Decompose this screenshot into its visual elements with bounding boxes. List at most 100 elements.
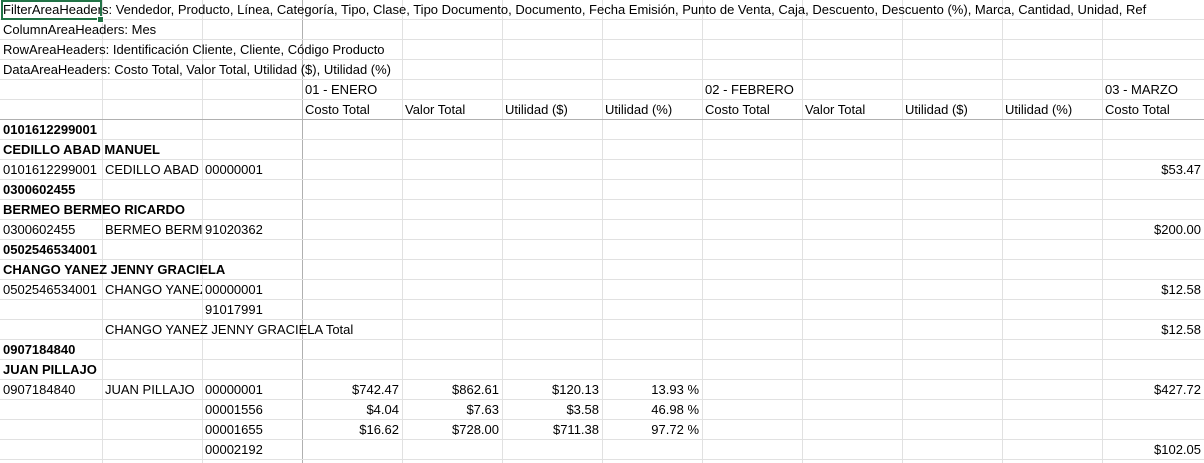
table-row: 91017991 (0, 300, 1204, 320)
client-name-cell[interactable] (102, 420, 202, 440)
measure-header[interactable]: Costo Total (702, 100, 802, 120)
value-cell[interactable]: 46.98 % (602, 400, 702, 420)
value-cell[interactable] (1102, 300, 1204, 320)
meta-header-text[interactable]: FilterAreaHeaders: Vendedor, Producto, L… (0, 0, 1146, 20)
table-row: 00001556 $4.04 $7.63 $3.58 46.98 % (0, 400, 1204, 420)
table-row: 0101612299001 (0, 120, 1204, 140)
value-cell[interactable]: $200.00 (1102, 220, 1204, 240)
value-cell[interactable] (602, 160, 702, 180)
value-cell[interactable]: 13.93 % (602, 380, 702, 400)
month-header[interactable]: 01 - ENERO (302, 80, 402, 100)
measure-header[interactable]: Utilidad (%) (1002, 100, 1102, 120)
product-code-cell[interactable]: 00002192 (202, 440, 302, 460)
client-id-cell[interactable] (0, 300, 102, 320)
measure-header[interactable]: Valor Total (802, 100, 902, 120)
value-cell[interactable] (1102, 400, 1204, 420)
value-cell[interactable]: $4.04 (302, 400, 402, 420)
value-cell[interactable] (602, 300, 702, 320)
value-cell[interactable] (402, 280, 502, 300)
client-id-cell[interactable]: 0907184840 (0, 380, 102, 400)
table-row: 00001655 $16.62 $728.00 $711.38 97.72 % (0, 420, 1204, 440)
measure-header[interactable]: Valor Total (402, 100, 502, 120)
value-cell[interactable] (402, 440, 502, 460)
value-cell[interactable] (302, 160, 402, 180)
measure-header[interactable]: Utilidad ($) (502, 100, 602, 120)
value-cell[interactable] (602, 280, 702, 300)
value-cell[interactable] (402, 220, 502, 240)
value-cell[interactable]: $12.58 (1102, 320, 1204, 340)
product-code-cell[interactable]: 91017991 (202, 300, 302, 320)
product-code-cell[interactable]: 00000001 (202, 280, 302, 300)
client-id-cell[interactable] (0, 400, 102, 420)
meta-header-text[interactable]: RowAreaHeaders: Identificación Cliente, … (0, 40, 1102, 60)
value-cell[interactable] (502, 440, 602, 460)
value-cell[interactable] (302, 280, 402, 300)
value-cell[interactable]: 97.72 % (602, 420, 702, 440)
client-name-cell[interactable]: JUAN PILLAJO (102, 380, 202, 400)
value-cell[interactable] (402, 160, 502, 180)
table-row: 0502546534001CHANGO YANEZ JENNY GRACIELA… (0, 280, 1204, 300)
value-cell[interactable]: $427.72 (1102, 380, 1204, 400)
group-header-cell[interactable]: BERMEO BERMEO RICARDO (0, 200, 302, 220)
value-cell[interactable]: $53.47 (1102, 160, 1204, 180)
month-header[interactable]: 02 - FEBRERO (702, 80, 802, 100)
month-header[interactable]: 03 - MARZO (1102, 80, 1204, 100)
client-id-cell[interactable]: 0300602455 (0, 220, 102, 240)
product-code-cell[interactable]: 00001655 (202, 420, 302, 440)
value-cell[interactable] (602, 220, 702, 240)
subtotal-label[interactable]: CHANGO YANEZ JENNY GRACIELA Total (102, 320, 402, 340)
fill-handle[interactable] (97, 16, 104, 23)
client-name-cell[interactable]: CHANGO YANEZ JENNY GRACIELA (102, 280, 202, 300)
group-header-cell[interactable]: JUAN PILLAJO (0, 360, 302, 380)
meta-header-text[interactable]: ColumnAreaHeaders: Mes (0, 20, 1102, 40)
group-header-cell[interactable]: 0502546534001 (0, 240, 302, 260)
value-cell[interactable]: $728.00 (402, 420, 502, 440)
value-cell[interactable] (502, 300, 602, 320)
value-cell[interactable] (502, 280, 602, 300)
value-cell[interactable]: $3.58 (502, 400, 602, 420)
measure-header[interactable]: Utilidad (%) (602, 100, 702, 120)
group-header-cell[interactable]: 0101612299001 (0, 120, 302, 140)
measure-header[interactable]: Costo Total (302, 100, 402, 120)
value-cell[interactable] (302, 220, 402, 240)
value-cell[interactable] (302, 440, 402, 460)
product-code-cell[interactable]: 91020362 (202, 220, 302, 240)
value-cell[interactable] (502, 220, 602, 240)
value-cell[interactable] (502, 160, 602, 180)
value-cell[interactable]: $742.47 (302, 380, 402, 400)
client-name-cell[interactable] (102, 400, 202, 420)
group-header-cell[interactable]: CEDILLO ABAD MANUEL (0, 140, 302, 160)
group-header-cell[interactable]: CHANGO YANEZ JENNY GRACIELA (0, 260, 302, 280)
product-code-cell[interactable]: 00000001 (202, 380, 302, 400)
value-cell[interactable]: $12.58 (1102, 280, 1204, 300)
value-cell[interactable]: $862.61 (402, 380, 502, 400)
client-name-cell[interactable]: CEDILLO ABAD MANUEL (102, 160, 202, 180)
spreadsheet-grid[interactable]: FilterAreaHeaders: Vendedor, Producto, L… (0, 0, 1204, 463)
client-name-cell[interactable] (102, 440, 202, 460)
group-header-cell[interactable]: 0300602455 (0, 180, 302, 200)
client-name-cell[interactable]: BERMEO BERMEO RICARDO (102, 220, 202, 240)
value-cell[interactable] (602, 440, 702, 460)
value-cell[interactable]: $102.05 (1102, 440, 1204, 460)
measure-header[interactable]: Costo Total (1102, 100, 1204, 120)
meta-row: DataAreaHeaders: Costo Total, Valor Tota… (0, 60, 1204, 80)
group-header-cell[interactable]: 0907184840 (0, 340, 302, 360)
value-cell[interactable]: $120.13 (502, 380, 602, 400)
value-cell[interactable]: $7.63 (402, 400, 502, 420)
product-code-cell[interactable]: 00000001 (202, 160, 302, 180)
product-code-cell[interactable]: 00001556 (202, 400, 302, 420)
value-cell[interactable]: $16.62 (302, 420, 402, 440)
client-id-cell[interactable]: 0502546534001 (0, 280, 102, 300)
client-name-cell[interactable] (102, 300, 202, 320)
table-row: CEDILLO ABAD MANUEL (0, 140, 1204, 160)
measure-header[interactable]: Utilidad ($) (902, 100, 1002, 120)
table-row: CHANGO YANEZ JENNY GRACIELA Total $12.58 (0, 320, 1204, 340)
value-cell[interactable] (402, 300, 502, 320)
value-cell[interactable]: $711.38 (502, 420, 602, 440)
meta-header-text[interactable]: DataAreaHeaders: Costo Total, Valor Tota… (0, 60, 1102, 80)
value-cell[interactable] (1102, 420, 1204, 440)
client-id-cell[interactable]: 0101612299001 (0, 160, 102, 180)
value-cell[interactable] (302, 300, 402, 320)
client-id-cell[interactable] (0, 440, 102, 460)
client-id-cell[interactable] (0, 420, 102, 440)
